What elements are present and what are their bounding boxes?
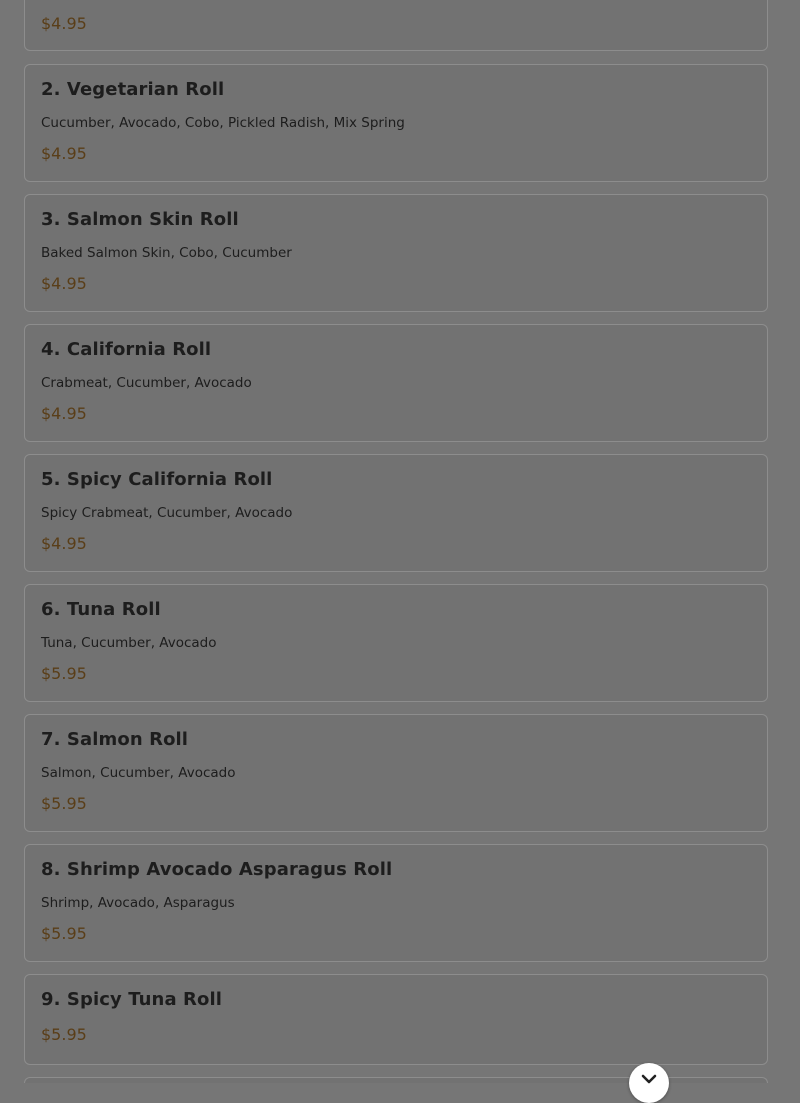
menu-item-price: $5.95: [41, 924, 87, 943]
scroll-down-button[interactable]: [629, 1063, 669, 1103]
menu-item-name: 3. Salmon Skin Roll: [41, 209, 239, 230]
menu-item-price: $4.95: [41, 534, 87, 553]
menu-item-card[interactable]: 7. Salmon Roll Salmon, Cucumber, Avocado…: [24, 714, 768, 832]
menu-item-card[interactable]: $4.95: [24, 0, 768, 51]
menu-item-card[interactable]: 5. Spicy California Roll Spicy Crabmeat,…: [24, 454, 768, 572]
menu-item-price: $5.95: [41, 794, 87, 813]
menu-item-description: Baked Salmon Skin, Cobo, Cucumber: [41, 245, 292, 261]
menu-item-card[interactable]: 4. California Roll Crabmeat, Cucumber, A…: [24, 324, 768, 442]
menu-item-description: Spicy Crabmeat, Cucumber, Avocado: [41, 505, 293, 521]
menu-item-price: $4.95: [41, 274, 87, 293]
menu-item-card[interactable]: 6. Tuna Roll Tuna, Cucumber, Avocado $5.…: [24, 584, 768, 702]
menu-item-name: 7. Salmon Roll: [41, 729, 189, 750]
menu-item-card[interactable]: 3. Salmon Skin Roll Baked Salmon Skin, C…: [24, 194, 768, 312]
menu-item-price: $4.95: [41, 404, 87, 423]
menu-item-description: Crabmeat, Cucumber, Avocado: [41, 375, 252, 391]
menu-item-card[interactable]: 9. Spicy Tuna Roll $5.95: [24, 974, 768, 1065]
menu-item-price: $5.95: [41, 664, 87, 683]
menu-item-description: Tuna, Cucumber, Avocado: [41, 635, 217, 651]
menu-item-name: 2. Vegetarian Roll: [41, 79, 225, 100]
menu-item-price: $4.95: [41, 14, 87, 33]
menu-item-description: Cucumber, Avocado, Cobo, Pickled Radish,…: [41, 115, 405, 131]
menu-item-price: $4.95: [41, 144, 87, 163]
menu-item-description: Shrimp, Avocado, Asparagus: [41, 895, 235, 911]
menu-item-name: 6. Tuna Roll: [41, 599, 161, 620]
menu-item-card[interactable]: 2. Vegetarian Roll Cucumber, Avocado, Co…: [24, 64, 768, 182]
menu-item-card[interactable]: 8. Shrimp Avocado Asparagus Roll Shrimp,…: [24, 844, 768, 962]
menu-item-description: Salmon, Cucumber, Avocado: [41, 765, 236, 781]
menu-item-name: 8. Shrimp Avocado Asparagus Roll: [41, 859, 393, 880]
menu-item-price: $5.95: [41, 1025, 87, 1044]
menu-item-name: 5. Spicy California Roll: [41, 469, 273, 490]
menu-item-name: 9. Spicy Tuna Roll: [41, 989, 223, 1010]
menu-item-name: 4. California Roll: [41, 339, 212, 360]
